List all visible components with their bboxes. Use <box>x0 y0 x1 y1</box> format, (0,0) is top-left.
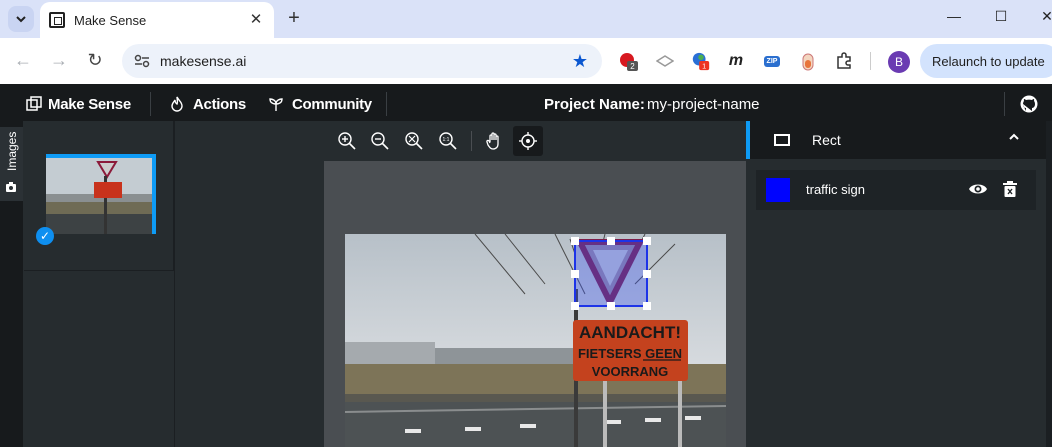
minimize-icon[interactable]: — <box>944 8 964 24</box>
browser-tab-strip: Make Sense ✕ + — ☐ ✕ <box>0 0 1052 38</box>
chevron-down-icon <box>16 16 26 23</box>
back-icon[interactable]: ← <box>12 50 34 71</box>
svg-text:1:1: 1:1 <box>443 137 450 143</box>
plant-icon <box>269 98 283 111</box>
browser-tab[interactable]: Make Sense ✕ <box>40 2 274 38</box>
toolbar-divider <box>870 52 871 70</box>
extension-zip-icon[interactable]: ZIP <box>762 51 782 71</box>
brand-button[interactable]: Make Sense <box>26 87 131 121</box>
label-name: traffic sign <box>806 182 866 197</box>
brand-label: Make Sense <box>48 95 131 113</box>
relaunch-button[interactable]: Relaunch to update <box>920 44 1052 78</box>
github-icon[interactable] <box>1020 95 1038 118</box>
image-gallery: ✓ <box>23 121 175 447</box>
editor-toolbar: 1:1 <box>324 121 746 161</box>
toolbar-divider <box>471 131 472 151</box>
sign-text-line2: FIETSERS GEEN <box>578 346 682 361</box>
navbar-divider <box>150 92 151 116</box>
label-item[interactable]: traffic sign <box>756 170 1036 210</box>
community-label: Community <box>292 95 372 113</box>
rect-labels-header[interactable]: Rect <box>746 121 1052 159</box>
sign-text-line1: AANDACHT! <box>579 323 681 342</box>
hand-pan-icon[interactable] <box>479 126 509 156</box>
maximize-icon[interactable]: ☐ <box>991 8 1011 25</box>
camera-icon <box>6 182 16 192</box>
new-tab-button[interactable]: + <box>283 7 305 29</box>
project-name-input[interactable]: my-project-name <box>647 96 760 113</box>
extension-hand-icon[interactable] <box>655 51 675 71</box>
active-indicator <box>746 121 750 159</box>
reload-icon[interactable]: ↻ <box>84 50 106 71</box>
panel-edge <box>1046 121 1052 447</box>
actions-menu[interactable]: Actions <box>170 87 246 121</box>
browser-toolbar: ← → ↻ makesense.ai ★ 2 1 m ZIP B Relaunc… <box>0 38 1052 84</box>
gallery-area <box>175 121 325 447</box>
close-tab-icon[interactable]: ✕ <box>246 10 266 30</box>
annotated-image[interactable]: AANDACHT! FIETSERS GEEN VOORRANG <box>345 234 726 447</box>
extension-bottle-icon[interactable] <box>798 51 818 71</box>
label-color-swatch[interactable] <box>766 178 790 202</box>
project-name-label: Project Name: <box>544 96 645 113</box>
app-navbar: Make Sense Actions Community Project Nam… <box>0 87 1052 121</box>
close-window-icon[interactable]: ✕ <box>1037 8 1052 25</box>
svg-text:2: 2 <box>630 62 635 71</box>
site-settings-icon[interactable] <box>134 53 150 69</box>
extension-adblock-icon[interactable]: 2 <box>618 51 638 71</box>
image-thumbnail-item[interactable]: ✓ <box>24 121 174 271</box>
image-thumbnail[interactable] <box>46 154 156 234</box>
navbar-divider <box>386 92 387 116</box>
extension-globe-icon[interactable]: 1 <box>691 51 711 71</box>
makesense-logo-icon <box>26 96 42 111</box>
zoom-fit-icon[interactable] <box>399 126 429 156</box>
extensions-puzzle-icon[interactable] <box>834 51 854 71</box>
images-tab-label: Images <box>5 131 19 171</box>
eye-icon[interactable] <box>968 180 988 203</box>
zoom-out-icon[interactable] <box>365 126 395 156</box>
rectangle-icon <box>774 134 790 146</box>
svg-text:1: 1 <box>702 61 706 70</box>
navbar-divider <box>1004 92 1005 116</box>
sign-text-line3: VOORRANG <box>592 364 669 379</box>
images-side-tab[interactable]: Images <box>0 127 23 201</box>
community-menu[interactable]: Community <box>268 87 372 121</box>
tab-title: Make Sense <box>74 12 147 28</box>
labels-panel: Rect traffic sign <box>746 121 1052 447</box>
profile-avatar[interactable]: B <box>888 51 910 73</box>
url-text: makesense.ai <box>160 53 247 69</box>
forward-icon[interactable]: → <box>48 50 70 71</box>
labeled-check-icon: ✓ <box>36 227 54 245</box>
extension-m-icon[interactable]: m <box>726 51 746 71</box>
tab-search-button[interactable] <box>8 6 34 32</box>
crosshair-icon[interactable] <box>513 126 543 156</box>
trash-icon[interactable] <box>1002 180 1018 203</box>
chevron-up-icon[interactable] <box>1008 130 1020 146</box>
address-bar[interactable]: makesense.ai ★ <box>122 44 602 78</box>
side-tab-strip: Images <box>0 121 23 447</box>
makesense-favicon-icon <box>49 12 65 28</box>
zoom-in-icon[interactable] <box>332 126 362 156</box>
zoom-actual-icon[interactable]: 1:1 <box>433 126 463 156</box>
fire-icon <box>171 96 183 112</box>
bookmark-star-icon[interactable]: ★ <box>572 51 588 72</box>
bounding-box[interactable] <box>574 240 648 307</box>
rect-tool-label: Rect <box>812 132 841 148</box>
actions-label: Actions <box>193 95 246 113</box>
